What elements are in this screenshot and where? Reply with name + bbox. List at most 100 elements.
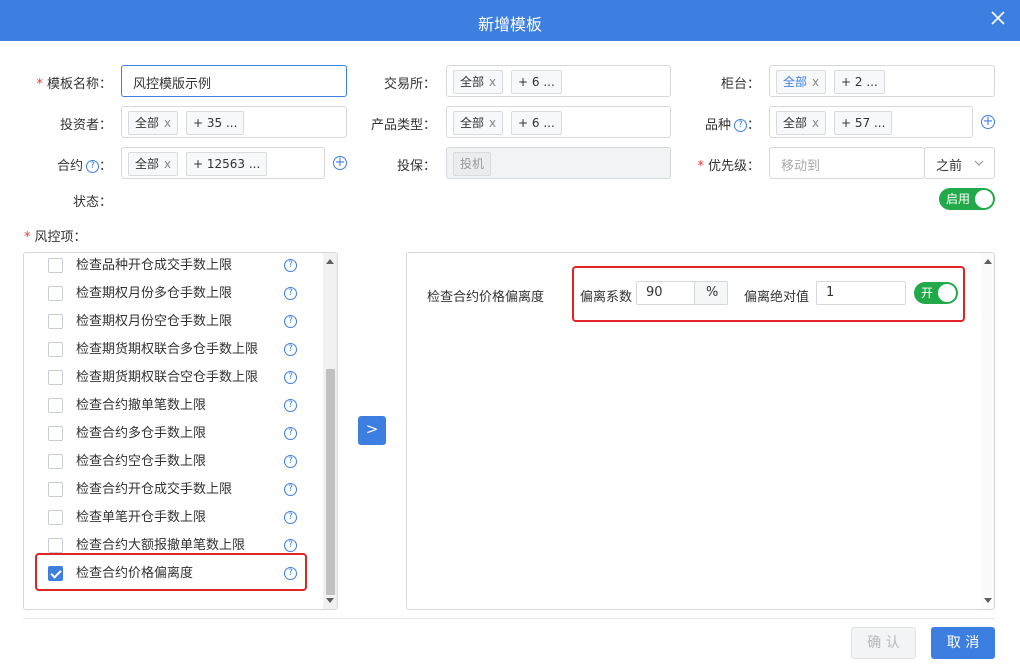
status-label: 状态：	[72, 195, 112, 210]
priority-position-select[interactable]: 之前	[924, 147, 995, 179]
list-item[interactable]: 检查期权月份空仓手数上限?	[48, 308, 312, 336]
list-item[interactable]: 检查合约开仓成交手数上限?	[48, 476, 312, 504]
help-icon[interactable]: ?	[733, 119, 747, 132]
scroll-thumb[interactable]	[326, 369, 335, 595]
list-item[interactable]: 检查合约多仓手数上限?	[48, 420, 312, 448]
list-item-label: 检查合约开仓成交手数上限	[76, 482, 233, 497]
list-item-label: 检查期货期权联合空仓手数上限	[76, 370, 259, 385]
exchange-select[interactable]: 全部 x + 6 ...	[446, 65, 671, 97]
investor-tag-more[interactable]: + 35 ...	[186, 111, 245, 135]
detail-scrollbar[interactable]	[982, 253, 994, 609]
counter-tag-more[interactable]: + 2 ...	[834, 70, 885, 94]
checkbox[interactable]	[48, 538, 63, 553]
product-type-tag-more[interactable]: + 6 ...	[511, 111, 562, 135]
chevron-down-icon	[974, 160, 984, 166]
tag-close-icon[interactable]: x	[164, 116, 171, 130]
priority-placeholder: 移动到	[781, 159, 821, 174]
close-icon[interactable]	[990, 10, 1006, 26]
scroll-down-icon[interactable]	[326, 598, 334, 603]
add-contract-icon[interactable]: +	[333, 156, 347, 170]
tag-close-icon[interactable]: x	[489, 75, 496, 89]
tag-close-icon[interactable]: x	[489, 116, 496, 130]
help-icon[interactable]: ?	[284, 315, 297, 328]
contract-tag-more[interactable]: + 12563 ...	[186, 152, 268, 176]
list-item[interactable]: 检查单笔开仓手数上限?	[48, 504, 312, 532]
list-item-label: 检查期权月份空仓手数上限	[76, 314, 233, 329]
help-icon[interactable]: ?	[284, 539, 297, 552]
list-item[interactable]: 检查期货期权联合多仓手数上限?	[48, 336, 312, 364]
help-icon[interactable]: ?	[284, 287, 297, 300]
variety-tag-all[interactable]: 全部 x	[776, 111, 827, 135]
tag-close-icon[interactable]: x	[812, 116, 819, 130]
checkbox[interactable]	[48, 370, 63, 385]
scroll-up-icon[interactable]	[984, 259, 992, 264]
list-item-label: 检查期货期权联合多仓手数上限	[76, 342, 259, 357]
checkbox[interactable]	[48, 454, 63, 469]
list-item[interactable]: 检查期货期权联合空仓手数上限?	[48, 364, 312, 392]
list-item-label: 检查单笔开仓手数上限	[76, 510, 207, 525]
help-icon[interactable]: ?	[284, 511, 297, 524]
hedge-select: 投机	[446, 147, 671, 179]
product-type-tag-all[interactable]: 全部 x	[453, 111, 504, 135]
investor-select[interactable]: 全部 x + 35 ...	[121, 106, 347, 138]
checkbox[interactable]	[48, 342, 63, 357]
confirm-button[interactable]: 确 认	[851, 627, 916, 659]
status-toggle-label: 启用	[946, 192, 971, 206]
help-icon[interactable]: ?	[284, 427, 297, 440]
priority-input[interactable]: 移动到	[769, 147, 925, 179]
priority-label: * 优先级：	[697, 159, 760, 174]
exchange-tag-more[interactable]: + 6 ...	[511, 70, 562, 94]
cancel-button[interactable]: 取 消	[931, 627, 995, 659]
contract-select[interactable]: 全部 x + 12563 ...	[121, 147, 325, 179]
investor-label: 投资者：	[59, 118, 112, 133]
dialog-title: 新增模板	[477, 15, 542, 34]
help-icon[interactable]: ?	[284, 399, 297, 412]
detail-highlight	[572, 266, 965, 322]
scroll-down-icon[interactable]	[984, 598, 992, 603]
help-icon[interactable]: ?	[284, 259, 297, 272]
list-item-label: 检查合约撤单笔数上限	[76, 398, 207, 413]
checkbox[interactable]	[48, 482, 63, 497]
help-icon[interactable]: ?	[284, 343, 297, 356]
counter-select[interactable]: 全部 x + 2 ...	[769, 65, 995, 97]
help-icon[interactable]: ?	[284, 455, 297, 468]
checkbox[interactable]	[48, 258, 63, 273]
scroll-up-icon[interactable]	[326, 259, 334, 264]
checkbox[interactable]	[48, 314, 63, 329]
checkbox[interactable]	[48, 510, 63, 525]
risk-items-label: * 风控项：	[24, 230, 87, 245]
investor-tag-all[interactable]: 全部 x	[128, 111, 179, 135]
variety-select[interactable]: 全部 x + 57 ...	[769, 106, 973, 138]
list-item[interactable]: 检查合约撤单笔数上限?	[48, 392, 312, 420]
contract-label: 合约?：	[56, 159, 112, 174]
list-item[interactable]: 检查品种开仓成交手数上限?	[48, 253, 312, 280]
hedge-tag-speculation: 投机	[453, 152, 492, 176]
product-type-select[interactable]: 全部 x + 6 ...	[446, 106, 671, 138]
selected-item-highlight	[35, 553, 307, 591]
list-scrollbar[interactable]	[323, 253, 337, 609]
list-item[interactable]: 检查合约空仓手数上限?	[48, 448, 312, 476]
variety-tag-more[interactable]: + 57 ...	[834, 111, 893, 135]
product-type-label: 产品类型：	[370, 118, 436, 133]
checkbox[interactable]	[48, 398, 63, 413]
transfer-right-button[interactable]: >	[358, 416, 386, 445]
priority-position-value: 之前	[936, 159, 963, 174]
template-name-input[interactable]: 风控模版示例	[121, 65, 347, 97]
list-item-label: 检查合约空仓手数上限	[76, 454, 207, 469]
add-variety-icon[interactable]: +	[981, 115, 995, 129]
counter-tag-all[interactable]: 全部 x	[776, 70, 827, 94]
dialog-header: 新增模板	[0, 0, 1020, 41]
template-name-label: * 模板名称：	[36, 77, 112, 92]
status-toggle[interactable]: 启用	[939, 188, 995, 210]
variety-label: 品种?：	[704, 118, 760, 133]
help-icon[interactable]: ?	[85, 160, 99, 173]
checkbox[interactable]	[48, 426, 63, 441]
tag-close-icon[interactable]: x	[164, 157, 171, 171]
checkbox[interactable]	[48, 286, 63, 301]
list-item[interactable]: 检查期权月份多仓手数上限?	[48, 280, 312, 308]
help-icon[interactable]: ?	[284, 483, 297, 496]
contract-tag-all[interactable]: 全部 x	[128, 152, 179, 176]
help-icon[interactable]: ?	[284, 371, 297, 384]
tag-close-icon[interactable]: x	[812, 75, 819, 89]
exchange-tag-all[interactable]: 全部 x	[453, 70, 504, 94]
